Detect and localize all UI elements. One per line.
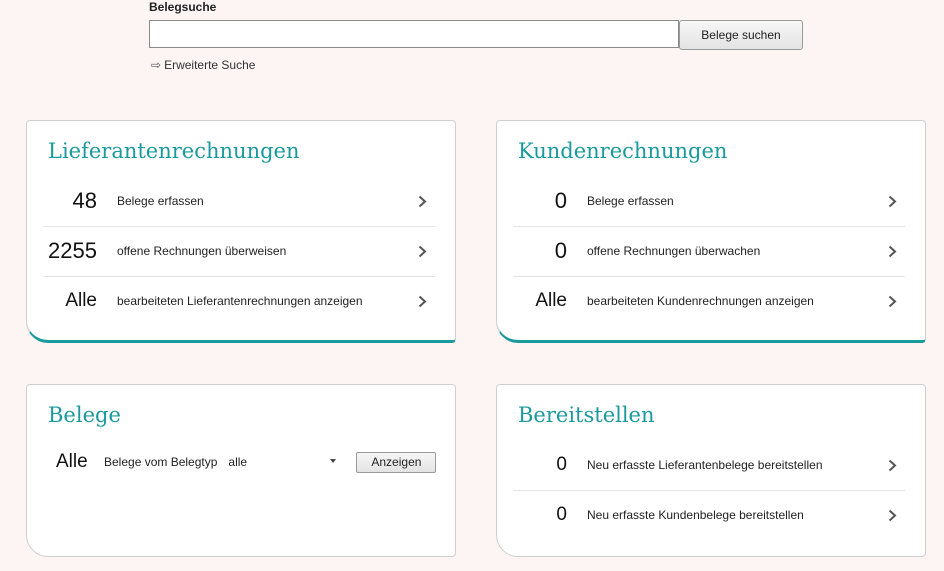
row-count: Alle — [65, 290, 97, 311]
row-label: bearbeiteten Kundenrechnungen anzeigen — [587, 294, 814, 308]
row-count: 48 — [72, 188, 97, 213]
row-label: Belege erfassen — [117, 194, 204, 208]
supplier-invoices-card: Lieferantenrechnungen 48 Belege erfassen… — [26, 120, 456, 343]
row-count: Alle — [535, 290, 567, 311]
chevron-right-icon — [415, 294, 429, 308]
list-item[interactable]: Alle bearbeiteten Lieferantenrechnungen … — [43, 276, 435, 326]
search-label: Belegsuche — [149, 0, 217, 14]
chevron-right-icon — [885, 294, 899, 308]
search-button[interactable]: Belege suchen — [679, 20, 803, 50]
provide-card: Bereitstellen 0 Neu erfasste Lieferanten… — [496, 384, 926, 557]
row-label: bearbeiteten Lieferantenrechnungen anzei… — [117, 294, 363, 308]
row-count: 0 — [554, 238, 567, 263]
list-item[interactable]: Alle bearbeiteten Kundenrechnungen anzei… — [513, 276, 905, 326]
documents-count: Alle — [56, 451, 88, 472]
advanced-search-link[interactable]: ⇨ Erweiterte Suche — [151, 58, 255, 72]
list-item[interactable]: 48 Belege erfassen — [43, 176, 435, 227]
row-count: 2255 — [48, 238, 97, 263]
card-title: Bereitstellen — [518, 403, 655, 427]
row-label: Belege erfassen — [587, 194, 674, 208]
documents-card: Belege Alle Belege vom Belegtyp alle Anz… — [26, 384, 456, 557]
chevron-right-icon — [885, 508, 899, 522]
chevron-right-icon — [415, 244, 429, 258]
document-type-value: alle — [228, 455, 248, 469]
row-label: offene Rechnungen überweisen — [117, 244, 287, 258]
chevron-right-icon — [415, 194, 429, 208]
list-item[interactable]: 2255 offene Rechnungen überweisen — [43, 226, 435, 277]
row-label: offene Rechnungen überwachen — [587, 244, 761, 258]
documents-type-label: Belege vom Belegtyp — [104, 455, 218, 469]
card-title: Belege — [48, 403, 121, 427]
documents-filter-row: Alle Belege vom Belegtyp alle Anzeigen — [56, 451, 437, 473]
show-button[interactable]: Anzeigen — [356, 451, 437, 473]
list-item[interactable]: 0 offene Rechnungen überwachen — [513, 226, 905, 277]
dropdown-caret-icon — [330, 459, 337, 463]
chevron-right-icon — [885, 458, 899, 472]
row-count: 0 — [554, 188, 567, 213]
list-item[interactable]: 0 Belege erfassen — [513, 176, 905, 227]
search-input[interactable] — [149, 20, 679, 48]
list-item[interactable]: 0 Neu erfasste Lieferantenbelege bereits… — [513, 440, 905, 491]
row-count: 0 — [556, 454, 567, 475]
customer-invoices-card: Kundenrechnungen 0 Belege erfassen 0 off… — [496, 120, 926, 343]
document-type-select[interactable]: alle — [228, 452, 337, 472]
row-label: Neu erfasste Lieferantenbelege bereitste… — [587, 458, 823, 472]
chevron-right-icon — [885, 194, 899, 208]
card-title: Kundenrechnungen — [518, 139, 728, 163]
row-count: 0 — [556, 504, 567, 525]
row-label: Neu erfasste Kundenbelege bereitstellen — [587, 508, 804, 522]
chevron-right-icon — [885, 244, 899, 258]
advanced-search-label: Erweiterte Suche — [164, 58, 256, 72]
list-item[interactable]: 0 Neu erfasste Kundenbelege bereitstelle… — [513, 490, 905, 540]
card-title: Lieferantenrechnungen — [48, 139, 300, 163]
arrow-right-icon: ⇨ — [151, 58, 162, 72]
